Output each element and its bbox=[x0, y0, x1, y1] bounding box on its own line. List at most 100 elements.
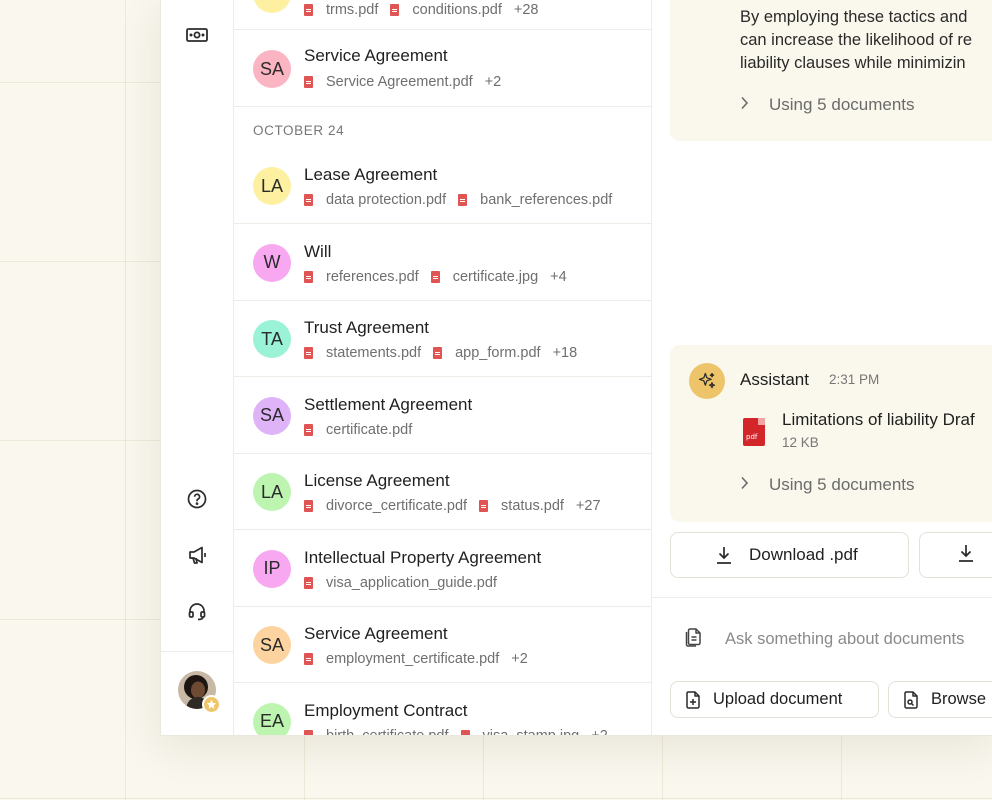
sources-toggle[interactable]: Using 5 documents bbox=[740, 475, 915, 495]
document-size: 12 KB bbox=[782, 435, 819, 450]
attachment-list: birth_certificate.pdf visa_stamp.jpg +2 bbox=[304, 728, 608, 736]
pdf-file-icon[interactable]: pdf bbox=[743, 418, 765, 446]
conversation-title: Intellectual Property Agreement bbox=[304, 547, 542, 567]
file-name: statements.pdf bbox=[326, 345, 422, 361]
document-title[interactable]: Limitations of liability Draf bbox=[782, 410, 975, 430]
download-label: Download .pdf bbox=[749, 545, 858, 564]
file-name: trms.pdf bbox=[326, 2, 379, 18]
ask-input[interactable]: Ask something about documents bbox=[685, 627, 964, 652]
chat-panel: By employing these tactics and can incre… bbox=[652, 0, 992, 735]
file-name: app_form.pdf bbox=[455, 345, 541, 361]
message-line: liability clauses while minimizin bbox=[740, 54, 966, 72]
attachment-list: visa_application_guide.pdf bbox=[304, 575, 509, 591]
pdf-file-icon bbox=[433, 347, 443, 359]
message-line: By employing these tactics and bbox=[740, 8, 968, 26]
upload-document-button[interactable]: Upload document bbox=[670, 681, 879, 718]
conversation-title: License Agreement bbox=[304, 471, 450, 490]
app-window: trms.pdf conditions.pdf +28 SA Service A… bbox=[160, 0, 992, 736]
message-time: 2:31 PM bbox=[829, 372, 880, 387]
conversation-title: Service Agreement bbox=[304, 46, 448, 65]
file-name: status.pdf bbox=[501, 498, 564, 514]
download-pdf-button[interactable]: Download .pdf bbox=[670, 532, 909, 578]
file-type-badge: pdf bbox=[746, 433, 758, 441]
more-files-count: +4 bbox=[550, 268, 567, 285]
download-button[interactable] bbox=[919, 532, 992, 578]
pdf-file-icon bbox=[430, 270, 440, 283]
rail-divider bbox=[161, 651, 234, 652]
pdf-file-icon bbox=[458, 194, 468, 206]
file-name: divorce_certificate.pdf bbox=[326, 498, 468, 514]
file-name: visa_application_guide.pdf bbox=[326, 574, 497, 591]
list-item[interactable]: IP Intellectual Property Agreement visa_ap… bbox=[234, 531, 651, 607]
pdf-file-icon bbox=[479, 500, 489, 512]
list-item[interactable]: trms.pdf conditions.pdf +28 bbox=[234, 0, 651, 30]
pdf-file-icon bbox=[390, 4, 400, 16]
chat-divider bbox=[652, 597, 992, 598]
assistant-message: By employing these tactics and can incre… bbox=[670, 0, 992, 141]
sources-toggle[interactable]: Using 5 documents bbox=[740, 95, 915, 115]
left-rail bbox=[161, 0, 234, 735]
list-item[interactable]: SA Service Agreement employment_certificat… bbox=[234, 607, 651, 683]
file-name: Service Agreement.pdf bbox=[326, 74, 473, 90]
money-icon[interactable] bbox=[186, 24, 208, 46]
list-item[interactable]: SA Settlement Agreement certificate.pdf bbox=[234, 378, 651, 454]
file-name: employment_certificate.pdf bbox=[326, 651, 500, 667]
avatar: LA bbox=[253, 473, 291, 511]
attachment-list: references.pdf certificate.jpg +4 bbox=[304, 269, 567, 285]
list-item[interactable]: TA Trust Agreement statements.pdf app_form.… bbox=[234, 301, 651, 377]
download-icon bbox=[956, 543, 976, 568]
avatar: SA bbox=[253, 396, 291, 435]
file-name: references.pdf bbox=[326, 268, 419, 285]
more-files-count: +2 bbox=[484, 74, 502, 90]
list-item[interactable]: W Will references.pdf certificate.jpg +4 bbox=[234, 225, 651, 301]
file-name: data protection.pdf bbox=[326, 192, 447, 208]
list-item[interactable]: SA Service Agreement Service Agreement.p… bbox=[234, 31, 651, 107]
sparkle-icon bbox=[689, 363, 725, 399]
avatar: TA bbox=[253, 320, 291, 358]
file-name: certificate.pdf bbox=[326, 421, 413, 438]
file-name: bank_references.pdf bbox=[480, 192, 613, 208]
pdf-file-icon bbox=[304, 194, 313, 206]
pdf-file-icon bbox=[304, 576, 313, 589]
document-icon bbox=[685, 627, 703, 652]
download-icon bbox=[714, 545, 734, 570]
conversation-title: Service Agreement bbox=[304, 624, 448, 643]
attachment-list: employment_certificate.pdf +2 bbox=[304, 651, 528, 667]
message-text: By employing these tactics and can incre… bbox=[740, 6, 992, 75]
file-name: conditions.pdf bbox=[412, 2, 502, 18]
conversation-list: trms.pdf conditions.pdf +28 SA Service A… bbox=[234, 0, 652, 735]
pdf-file-icon bbox=[304, 423, 313, 436]
browse-button[interactable]: Browse bbox=[888, 681, 992, 718]
file-plus-icon bbox=[685, 690, 701, 709]
pdf-file-icon bbox=[304, 729, 313, 735]
star-icon bbox=[202, 695, 221, 714]
pdf-file-icon bbox=[304, 76, 313, 88]
avatar: SA bbox=[253, 50, 291, 88]
sender-name: Assistant bbox=[740, 370, 809, 389]
megaphone-icon[interactable] bbox=[186, 544, 208, 566]
sources-label: Using 5 documents bbox=[769, 475, 915, 494]
more-files-count: +2 bbox=[511, 651, 528, 667]
pdf-file-icon bbox=[304, 4, 313, 16]
conversation-title: Settlement Agreement bbox=[304, 394, 473, 414]
file-name: birth_certificate.pdf bbox=[326, 728, 449, 736]
avatar: IP bbox=[253, 549, 291, 588]
avatar bbox=[253, 0, 291, 13]
help-icon[interactable] bbox=[186, 488, 208, 510]
upload-label: Upload document bbox=[713, 690, 843, 708]
date-group-label: OCTOBER 24 bbox=[253, 123, 345, 138]
attachment-list: divorce_certificate.pdf status.pdf +27 bbox=[304, 498, 601, 514]
attachment-list: data protection.pdf bank_references.pdf bbox=[304, 192, 624, 208]
file-name: certificate.jpg bbox=[452, 268, 539, 285]
list-item[interactable]: EA Employment Contract birth_certificate.p… bbox=[234, 684, 651, 736]
conversation-title: Trust Agreement bbox=[304, 318, 430, 337]
attachment-list: statements.pdf app_form.pdf +18 bbox=[304, 345, 577, 361]
list-item[interactable]: LA License Agreement divorce_certificate.p… bbox=[234, 454, 651, 530]
more-files-count: +18 bbox=[552, 345, 578, 361]
user-avatar[interactable] bbox=[178, 671, 221, 714]
assistant-message: Assistant 2:31 PM pdf Limitations of lia… bbox=[670, 345, 992, 522]
list-item[interactable]: LA Lease Agreement data protection.pdf bank… bbox=[234, 148, 651, 224]
more-files-count: +2 bbox=[591, 728, 608, 736]
headset-icon[interactable] bbox=[186, 600, 208, 622]
chevron-right-icon bbox=[740, 96, 758, 115]
